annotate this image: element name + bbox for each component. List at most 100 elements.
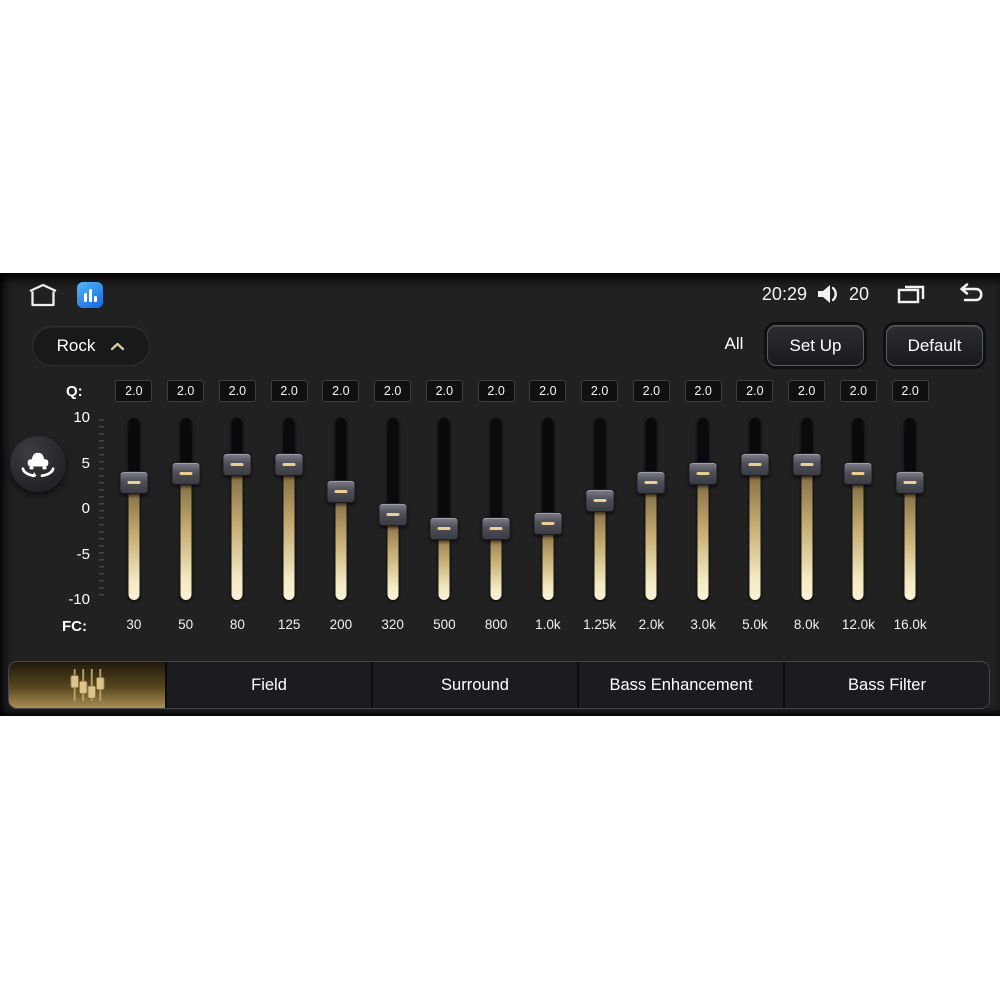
fc-label-1.0k: 1.0k [535,617,561,632]
slider-handle[interactable] [171,462,201,486]
q-value-2.0k[interactable]: 2.0 [632,380,670,402]
fc-label-12.0k: 12.0k [841,617,875,632]
eq-slider-5.0k[interactable] [729,418,781,600]
slider-handle[interactable] [895,471,925,495]
slider-handle[interactable] [429,516,459,540]
q-values-row: 2.0 2.0 2.0 2.0 2.0 2.0 2.0 2.0 2.0 2.0 2.0 2.0 2.0 2… [108,380,936,402]
eq-slider-125[interactable] [263,418,315,600]
slider-fill [335,490,347,600]
eq-slider-1.0k[interactable] [522,418,574,600]
back-icon[interactable] [953,283,987,305]
q-value-500[interactable]: 2.0 [425,380,463,402]
slider-handle[interactable] [481,516,511,540]
slider-fill [852,472,864,600]
slider-handle[interactable] [326,480,356,504]
eq-slider-1.25k[interactable] [574,418,626,600]
q-value-800[interactable]: 2.0 [477,380,515,402]
fc-label-50: 50 [178,617,194,632]
axis-label: -5 [76,545,90,563]
q-value-125[interactable]: 2.0 [270,380,308,402]
eq-slider-8.0k[interactable] [781,418,833,600]
tab-bass-filter[interactable]: Bass Filter [783,662,989,708]
fc-label-800: 800 [484,617,508,632]
slider-fill [697,472,709,600]
head-unit-screen: 20:29 20 Rock All Set Up Default Q: 10 5… [0,273,1000,716]
all-toggle[interactable]: All [716,334,752,354]
slider-handle[interactable] [636,471,666,495]
q-value-200[interactable]: 2.0 [322,380,360,402]
slider-fill [904,481,916,600]
axis-label: 10 [73,409,90,426]
slider-handle[interactable] [792,453,822,476]
q-value-1.25k[interactable]: 2.0 [581,380,619,402]
preset-selector[interactable]: Rock [32,326,150,366]
tab-bass-enhancement[interactable]: Bass Enhancement [577,662,783,708]
slider-handle[interactable] [119,471,149,495]
tab-field[interactable]: Field [165,662,371,708]
setup-button[interactable]: Set Up [767,325,864,366]
slider-handle[interactable] [585,489,615,513]
slider-handle-dash [489,526,503,530]
home-icon[interactable] [26,282,60,308]
slider-handle-dash [386,513,400,516]
slider-handle-dash [903,481,917,485]
fc-label-8.0k: 8.0k [793,617,820,632]
slider-fill [801,463,813,600]
q-value-320[interactable]: 2.0 [374,380,412,402]
slider-fill [180,472,192,600]
eq-slider-16.0k[interactable] [884,418,936,600]
q-value-16.0k[interactable]: 2.0 [891,380,929,402]
fc-label-125: 125 [277,617,301,632]
slider-handle[interactable] [378,503,408,526]
q-value-30[interactable]: 2.0 [115,380,153,402]
q-value-5.0k[interactable]: 2.0 [736,380,774,402]
eq-slider-800[interactable] [470,418,522,600]
recent-apps-icon[interactable] [895,282,927,306]
slider-handle[interactable] [843,462,873,486]
slider-handle[interactable] [274,453,304,476]
equalizer-sliders-icon [70,668,105,702]
q-value-3.0k[interactable]: 2.0 [684,380,722,402]
slider-fill [749,463,761,600]
eq-slider-12.0k[interactable] [833,418,885,600]
fc-label-3.0k: 3.0k [690,617,716,632]
slider-fill [231,463,243,600]
slider-handle[interactable] [688,462,718,486]
fc-label-200: 200 [329,617,353,632]
eq-slider-30[interactable] [108,418,160,600]
eq-slider-200[interactable] [315,418,367,600]
q-value-8.0k[interactable]: 2.0 [788,380,826,402]
music-eq-app-icon[interactable] [77,282,103,308]
sliders-row [108,418,936,600]
eq-slider-500[interactable] [419,418,471,600]
slider-handle-dash [179,472,193,476]
eq-slider-3.0k[interactable] [677,418,729,600]
q-value-1.0k[interactable]: 2.0 [529,380,567,402]
default-button[interactable]: Default [886,325,983,366]
slider-handle[interactable] [222,453,252,476]
eq-slider-2.0k[interactable] [626,418,678,600]
tab-equalizer[interactable] [9,662,165,708]
q-value-80[interactable]: 2.0 [218,380,256,402]
eq-slider-50[interactable] [160,418,212,600]
slider-handle-dash [127,481,141,485]
eq-slider-320[interactable] [367,418,419,600]
q-row-title: Q: [66,383,83,400]
volume-level: 20 [848,283,869,304]
eq-slider-80[interactable] [212,418,264,600]
fc-label-1.25k: 1.25k [583,617,617,632]
speaker-icon [816,283,840,305]
q-value-50[interactable]: 2.0 [167,380,205,402]
fc-labels-row: 30 50 80 125 200 320 500 800 1.0k 1.25k 2.0k 3.0k 5.… [108,617,936,632]
slider-handle-dash [593,499,607,503]
status-bar-right: 20:29 20 [762,282,987,306]
fc-label-5.0k: 5.0k [742,617,768,632]
tab-surround[interactable]: Surround [371,662,577,708]
axis-label: -10 [68,591,90,608]
fc-label-2.0k: 2.0k [638,617,665,632]
slider-handle[interactable] [533,512,563,536]
chevron-up-icon [110,342,125,351]
fc-row-title: FC: [62,618,87,635]
slider-handle[interactable] [740,453,770,476]
q-value-12.0k[interactable]: 2.0 [839,380,877,402]
